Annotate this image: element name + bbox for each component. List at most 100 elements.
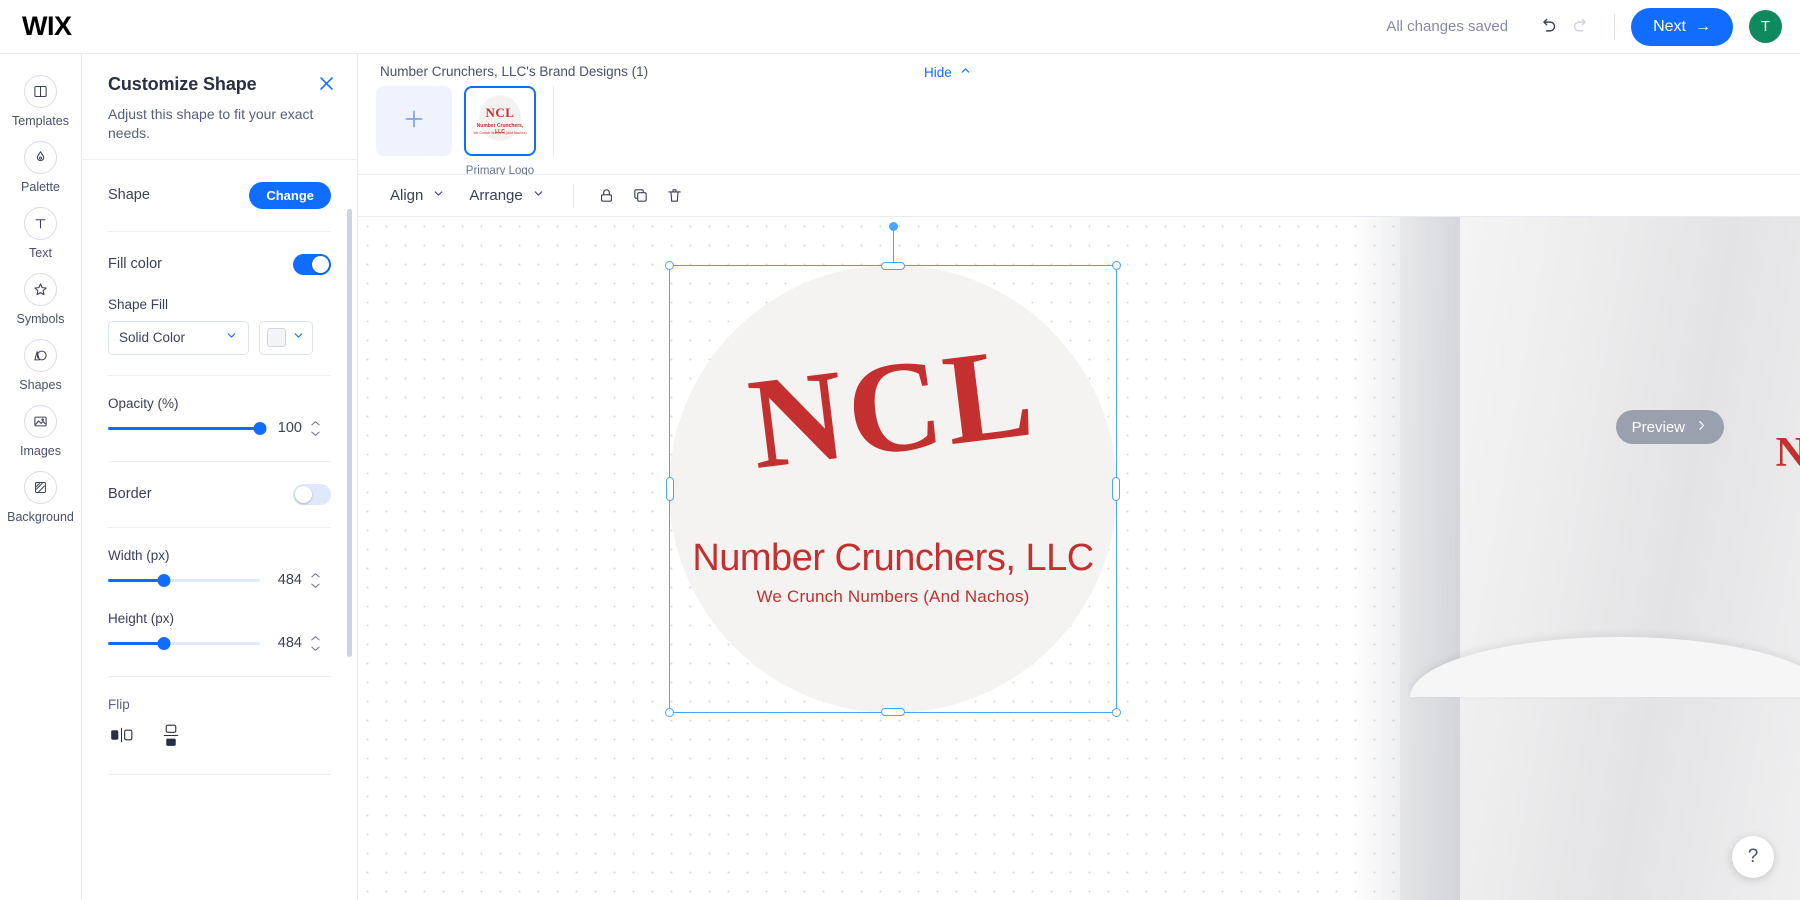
height-label: Height (px) <box>108 610 175 626</box>
resize-handle-bottom-right[interactable] <box>1112 708 1121 717</box>
width-label: Width (px) <box>108 547 170 563</box>
shape-fill-select[interactable]: Solid Color <box>108 320 249 355</box>
border-label: Border <box>108 486 152 503</box>
shapes-icon <box>24 339 57 372</box>
chevron-down-icon <box>532 187 545 204</box>
width-stepper[interactable] <box>310 572 321 589</box>
resize-handle-top-left[interactable] <box>665 261 674 270</box>
resize-handle-bottom-left[interactable] <box>665 708 674 717</box>
mini-logo: NCL Number Crunchers, LLC We Crunch Numb… <box>472 93 528 149</box>
resize-handle-left[interactable] <box>666 477 674 501</box>
hide-label: Hide <box>924 64 952 80</box>
wix-logo-editor: WIX All changes saved Next → T Templates… <box>0 0 1800 900</box>
templates-icon <box>24 75 57 108</box>
next-button[interactable]: Next → <box>1631 7 1733 46</box>
rail-label: Templates <box>12 114 69 128</box>
arrange-label: Arrange <box>469 187 523 204</box>
chevron-down-icon <box>292 329 305 347</box>
flip-vertical-icon[interactable] <box>161 722 181 754</box>
rail-label: Text <box>29 246 52 260</box>
resize-handle-right[interactable] <box>1112 477 1120 501</box>
rail-label: Palette <box>21 180 60 194</box>
chevron-up-icon <box>959 64 972 80</box>
preview-button[interactable]: Preview <box>1615 410 1724 444</box>
fill-color-toggle[interactable] <box>293 253 331 275</box>
rail-item-palette[interactable]: Palette <box>2 134 80 200</box>
mockup-shadow <box>1350 217 1460 900</box>
trash-icon[interactable] <box>658 181 692 211</box>
redo-icon[interactable] <box>1564 10 1598 44</box>
duplicate-icon[interactable] <box>624 181 658 211</box>
fill-color-label: Fill color <box>108 256 162 273</box>
divider <box>108 773 331 775</box>
flip-horizontal-icon[interactable] <box>108 725 135 750</box>
toolbar-divider <box>572 183 574 208</box>
chevron-right-icon <box>1695 419 1708 436</box>
width-slider[interactable] <box>108 572 260 588</box>
fill-color-row: Fill color <box>108 232 331 297</box>
help-button[interactable]: ? <box>1732 836 1774 878</box>
panel-scrollbar[interactable] <box>347 209 352 657</box>
undo-icon[interactable] <box>1530 10 1564 44</box>
align-menu[interactable]: Align <box>378 181 457 211</box>
design-thumbnail-primary-logo[interactable]: NCL Number Crunchers, LLC We Crunch Numb… <box>464 86 536 177</box>
wix-logo[interactable]: WIX <box>22 11 72 42</box>
opacity-slider[interactable] <box>108 420 267 436</box>
border-toggle[interactable] <box>293 483 331 505</box>
align-label: Align <box>390 187 424 204</box>
border-row: Border <box>108 462 331 527</box>
chevron-down-icon <box>432 187 445 204</box>
opacity-label: Opacity (%) <box>108 395 179 411</box>
resize-handle-top-right[interactable] <box>1112 261 1121 270</box>
rail-item-background[interactable]: Background <box>2 464 80 530</box>
opacity-stepper[interactable] <box>310 420 321 437</box>
mini-tagline: We Crunch Numbers (And Nachos) <box>473 131 527 135</box>
symbols-icon <box>24 273 57 306</box>
rail-item-images[interactable]: Images <box>2 398 80 464</box>
rail-item-shapes[interactable]: Shapes <box>2 332 80 398</box>
hide-strip-button[interactable]: Hide <box>924 64 972 80</box>
resize-handle-bottom[interactable] <box>881 708 905 716</box>
shape-fill-label: Shape Fill <box>108 296 169 312</box>
lock-icon[interactable] <box>590 181 624 211</box>
add-design-button[interactable] <box>376 86 452 156</box>
height-slider[interactable] <box>108 635 260 651</box>
shape-fill-value: Solid Color <box>119 330 186 346</box>
height-stepper[interactable] <box>310 635 321 652</box>
rail-label: Symbols <box>16 312 65 326</box>
change-shape-button[interactable]: Change <box>249 181 331 209</box>
panel-header: Customize Shape Adjust this shape to fit… <box>82 54 357 160</box>
brand-designs-strip: Number Crunchers, LLC's Brand Designs (1… <box>358 54 1800 177</box>
height-value: 484 <box>277 635 302 652</box>
fill-color-picker[interactable] <box>259 320 313 355</box>
palette-icon <box>24 141 57 174</box>
background-icon <box>24 471 57 504</box>
preview-label: Preview <box>1631 418 1685 436</box>
mockup-background <box>1400 217 1800 900</box>
design-thumbnails: NCL Number Crunchers, LLC We Crunch Numb… <box>376 86 536 177</box>
close-icon[interactable] <box>317 74 337 94</box>
selection-frame <box>665 222 1121 717</box>
flip-group: Flip <box>108 677 331 774</box>
avatar[interactable]: T <box>1749 10 1782 43</box>
rail-item-templates[interactable]: Templates <box>2 68 80 134</box>
brand-designs-title: Number Crunchers, LLC's Brand Designs (1… <box>380 64 649 79</box>
shape-fill-group: Shape Fill Solid Color <box>108 297 331 375</box>
width-value: 484 <box>277 572 302 589</box>
resize-handle-top[interactable] <box>881 262 905 270</box>
top-bar-actions: All changes saved Next → T <box>1386 7 1800 46</box>
text-icon <box>24 207 57 240</box>
canvas-toolbar: Align Arrange <box>358 175 1800 217</box>
color-swatch <box>267 328 286 348</box>
rail-item-text[interactable]: Text <box>2 200 80 266</box>
chevron-down-icon <box>225 329 238 347</box>
width-group: Width (px) 484 <box>108 528 331 597</box>
arrange-menu[interactable]: Arrange <box>457 181 556 211</box>
rail-item-symbols[interactable]: Symbols <box>2 266 80 332</box>
height-group: Height (px) 484 <box>108 597 331 676</box>
thumbnail-preview: NCL Number Crunchers, LLC We Crunch Numb… <box>464 86 536 156</box>
rotate-handle[interactable] <box>889 222 898 231</box>
canvas[interactable]: N NCL Number Crunchers, LLC We Crunch Nu… <box>358 217 1800 900</box>
shape-row: Shape Change <box>108 160 331 231</box>
left-rail: Templates Palette Text Symbols Shapes Im… <box>0 54 82 900</box>
